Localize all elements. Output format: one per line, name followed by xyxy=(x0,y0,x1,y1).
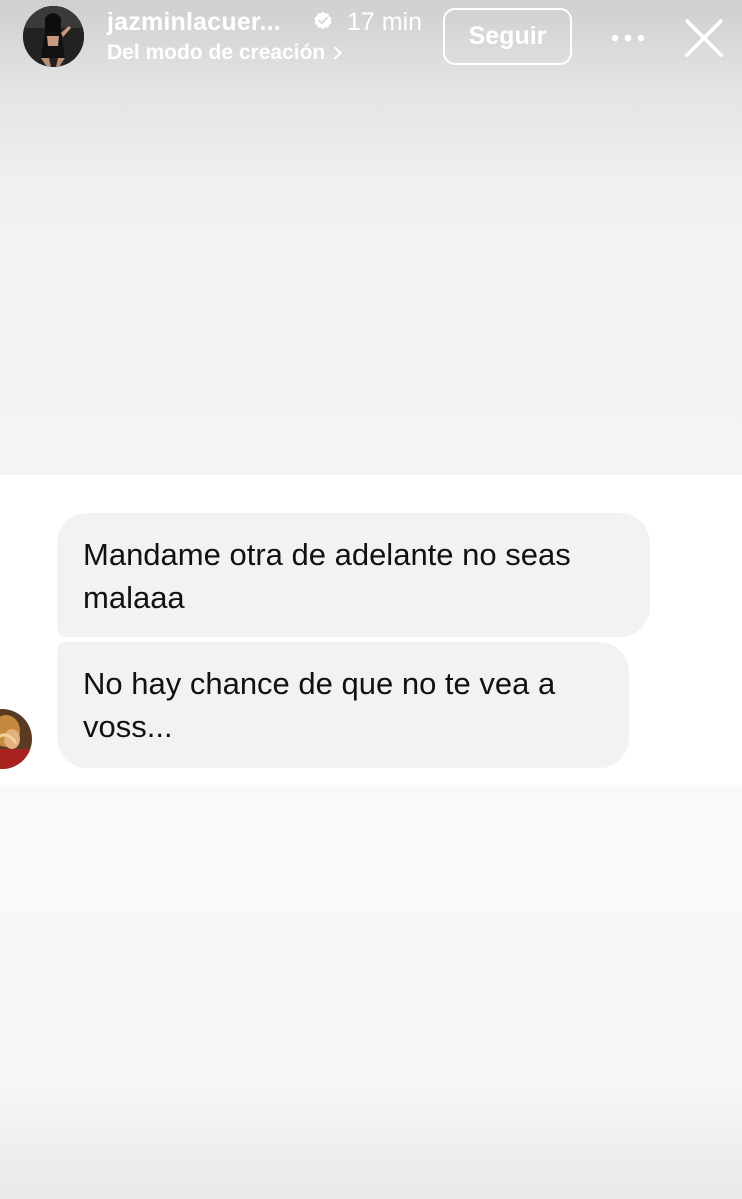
message-text: Mandame otra de adelante no seas malaaa xyxy=(83,537,571,615)
creation-mode-label: Del modo de creación xyxy=(107,41,326,64)
story-header: jazminlacuer... 17 min Del modo de creac… xyxy=(0,0,742,80)
chevron-right-icon xyxy=(334,46,342,60)
story-background-bottom xyxy=(0,785,742,1199)
message-text: No hay chance de que no te vea a voss... xyxy=(83,666,556,744)
post-time: 17 min xyxy=(347,8,423,36)
verified-badge-icon xyxy=(314,11,332,30)
profile-avatar[interactable] xyxy=(23,6,84,67)
creation-mode-link[interactable]: Del modo de creación xyxy=(107,41,343,65)
message-bubble: Mandame otra de adelante no seas malaaa xyxy=(57,513,650,637)
more-options-icon[interactable] xyxy=(608,26,648,50)
close-icon[interactable] xyxy=(683,17,725,59)
profile-photo-icon xyxy=(23,6,84,67)
message-bubble: No hay chance de que no te vea a voss... xyxy=(57,642,629,768)
username[interactable]: jazminlacuer... xyxy=(107,8,281,37)
sender-avatar xyxy=(0,709,32,769)
follow-button[interactable]: Seguir xyxy=(443,8,572,65)
